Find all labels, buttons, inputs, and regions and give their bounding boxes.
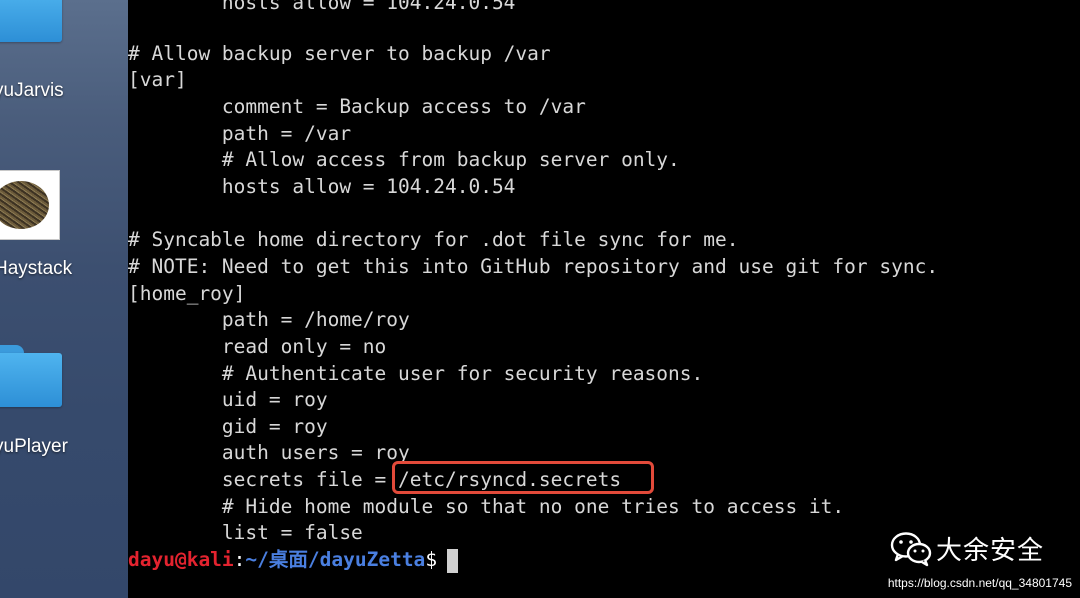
watermark-url: https://blog.csdn.net/qq_34801745 bbox=[887, 576, 1072, 590]
prompt-colon: : bbox=[233, 548, 246, 571]
terminal-line: hosts allow = 104.24.0.54 bbox=[128, 0, 516, 14]
terminal-line: [home_roy] bbox=[128, 282, 246, 305]
prompt-user-host: dayu@kali bbox=[128, 548, 234, 571]
terminal-line: path = /home/roy bbox=[128, 308, 410, 331]
folder-icon bbox=[0, 0, 62, 42]
wechat-icon bbox=[890, 531, 932, 567]
watermark-brand: 大余安全 bbox=[936, 536, 1045, 566]
terminal-line: read only = no bbox=[128, 335, 387, 358]
terminal-line: # NOTE: Need to get this into GitHub rep… bbox=[128, 255, 939, 278]
prompt-path: ~/桌面/dayuZetta bbox=[245, 548, 426, 571]
terminal-line: # Allow access from backup server only. bbox=[128, 148, 680, 171]
terminal-line: auth users = roy bbox=[128, 441, 410, 464]
terminal-line: uid = roy bbox=[128, 388, 328, 411]
shell-prompt[interactable]: dayu@kali:~/桌面/dayuZetta$ bbox=[128, 547, 459, 573]
desktop-background: yuJarvis Haystack yuPlayer bbox=[0, 0, 128, 598]
desktop-item-label: yuPlayer bbox=[0, 436, 68, 457]
terminal-line: # Authenticate user for security reasons… bbox=[128, 362, 704, 385]
terminal-line: [var] bbox=[128, 68, 187, 91]
terminal-line: # Allow backup server to backup /var bbox=[128, 42, 551, 65]
folder-icon bbox=[0, 345, 62, 407]
highlight-annotation-box bbox=[392, 461, 654, 494]
terminal-line: path = /var bbox=[128, 122, 352, 145]
text-cursor bbox=[447, 548, 459, 573]
terminal-line: comment = Backup access to /var bbox=[128, 95, 586, 118]
image-thumbnail-icon bbox=[0, 170, 60, 240]
terminal-line: hosts allow = 104.24.0.54 bbox=[128, 175, 516, 198]
terminal-line: list = false bbox=[128, 521, 363, 544]
terminal-window[interactable]: hosts allow = 104.24.0.54 # Allow backup… bbox=[128, 0, 1080, 598]
desktop-item-label: Haystack bbox=[0, 258, 73, 279]
watermark: 大余安全 bbox=[890, 530, 1044, 567]
desktop-item-label: yuJarvis bbox=[0, 80, 64, 101]
prompt-dollar: $ bbox=[425, 548, 438, 571]
terminal-line: gid = roy bbox=[128, 415, 328, 438]
terminal-line: # Hide home module so that no one tries … bbox=[128, 495, 845, 518]
terminal-line: # Syncable home directory for .dot file … bbox=[128, 228, 739, 251]
